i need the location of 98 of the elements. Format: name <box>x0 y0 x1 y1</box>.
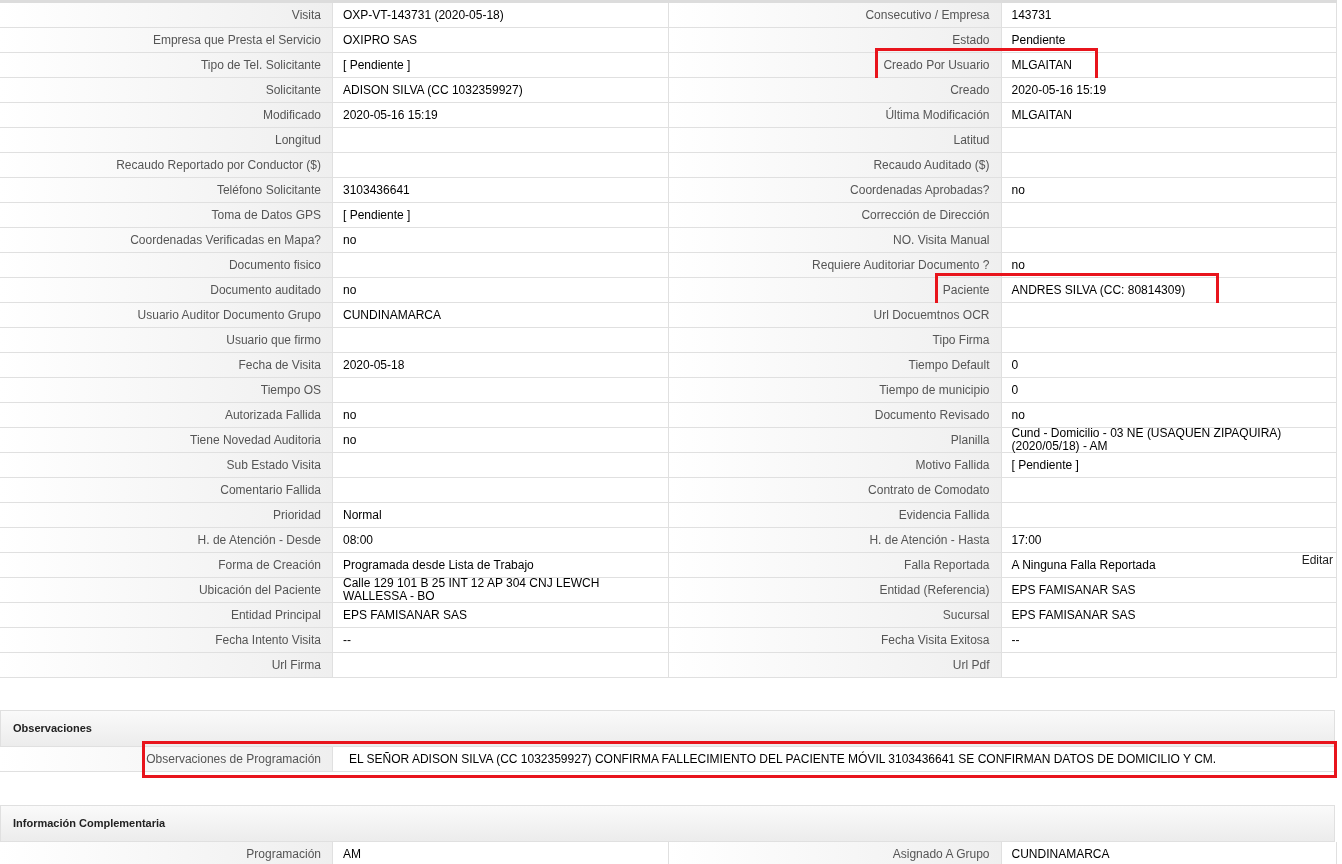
label-cell: Ubicación del Paciente <box>0 578 333 603</box>
label-cell: Toma de Datos GPS <box>0 203 333 228</box>
label-cell: Motivo Fallida <box>668 453 1002 478</box>
field-value: EPS FAMISANAR SAS <box>343 608 468 622</box>
field-value: no <box>343 433 357 447</box>
field-value: OXP-VT-143731 (2020-05-18) <box>343 8 504 22</box>
field-value: AM <box>343 847 361 861</box>
label-cell: Autorizada Fallida <box>0 403 333 428</box>
label-cell: Url Pdf <box>668 653 1002 678</box>
label-cell: Usuario que firmo <box>0 328 333 353</box>
field-value: Pendiente <box>1011 33 1066 47</box>
field-value: Normal <box>343 508 382 522</box>
label-cell: Url Docuemtnos OCR <box>668 303 1002 328</box>
label-cell: Comentario Fallida <box>0 478 333 503</box>
field-value: 3103436641 <box>343 183 410 197</box>
field-value: OXIPRO SAS <box>343 33 418 47</box>
section-header: Información Complementaria <box>0 805 1335 842</box>
field-value: 2020-05-16 15:19 <box>1011 83 1107 97</box>
field-value: 2020-05-18 <box>343 358 405 372</box>
field-value: -- <box>343 633 351 647</box>
label-cell: Planilla <box>668 428 1002 453</box>
label-cell: Usuario Auditor Documento Grupo <box>0 303 333 328</box>
label-cell: Coordenadas Aprobadas? <box>668 178 1002 203</box>
field-value: [ Pendiente ] <box>343 208 411 222</box>
label-cell: NO. Visita Manual <box>668 228 1002 253</box>
field-value: 143731 <box>1011 8 1052 22</box>
field-value: 08:00 <box>343 533 374 547</box>
label-cell: Latitud <box>668 128 1002 153</box>
label-cell: Tiene Novedad Auditoria <box>0 428 333 453</box>
field-value: [ Pendiente ] <box>343 58 411 72</box>
label-cell: H. de Atención - Desde <box>0 528 333 553</box>
label-cell: Documento fisico <box>0 253 333 278</box>
label-cell: Sub Estado Visita <box>0 453 333 478</box>
field-value: Calle 129 101 B 25 INT 12 AP 304 CNJ LEWCH WALLESSA - BO <box>343 577 601 603</box>
field-value: EPS FAMISANAR SAS <box>1011 583 1136 597</box>
label-cell: Corrección de Dirección <box>668 203 1002 228</box>
label-cell: Entidad Principal <box>0 603 333 628</box>
field-value: 2020-05-16 15:19 <box>343 108 438 122</box>
label-cell: Tiempo Default <box>668 353 1002 378</box>
label-cell: Solicitante <box>0 78 333 103</box>
label-cell: Última Modificación <box>668 103 1002 128</box>
field-value: CUNDINAMARCA <box>343 308 441 322</box>
field-value: 17:00 <box>1011 533 1042 547</box>
label-cell: Contrato de Comodato <box>668 478 1002 503</box>
field-value: no <box>1011 408 1025 422</box>
label-cell: Tiempo OS <box>0 378 333 403</box>
label-cell: Recaudo Auditado ($) <box>668 153 1002 178</box>
label-cell: Estado <box>668 28 1002 53</box>
label-cell: Creado Por Usuario <box>668 53 1002 78</box>
label-cell: Consecutivo / Empresa <box>668 3 1002 28</box>
field-value: EPS FAMISANAR SAS <box>1011 608 1136 622</box>
label-cell: Coordenadas Verificadas en Mapa? <box>0 228 333 253</box>
label-cell: Creado <box>668 78 1002 103</box>
field-value: A Ninguna Falla Reportada <box>1011 558 1156 572</box>
field-value: no <box>1011 258 1025 272</box>
label-cell: Modificado <box>0 103 333 128</box>
field-value: MLGAITAN <box>1011 58 1072 72</box>
label-cell: Fecha de Visita <box>0 353 333 378</box>
label-cell: H. de Atención - Hasta <box>668 528 1002 553</box>
field-value: CUNDINAMARCA <box>1011 847 1110 861</box>
label-cell: Longitud <box>0 128 333 153</box>
label-cell: Tipo de Tel. Solicitante <box>0 53 333 78</box>
label-cell: Sucursal <box>668 603 1002 628</box>
label-cell: Falla Reportada <box>668 553 1002 578</box>
label-cell: Url Firma <box>0 653 333 678</box>
label-cell: Paciente <box>668 278 1002 303</box>
section-header: Observaciones <box>0 710 1335 747</box>
field-value: MLGAITAN <box>1011 108 1072 122</box>
field-value: ANDRES SILVA (CC: 80814309) <box>1011 283 1186 297</box>
label-cell: Fecha Visita Exitosa <box>668 628 1002 653</box>
label-cell: Prioridad <box>0 503 333 528</box>
label-cell: Documento auditado <box>0 278 333 303</box>
label-cell: Requiere Auditoriar Documento ? <box>668 253 1002 278</box>
label-cell: Teléfono Solicitante <box>0 178 333 203</box>
field-value: no <box>1011 183 1025 197</box>
label-cell: Forma de Creación <box>0 553 333 578</box>
label-cell: Empresa que Presta el Servicio <box>0 28 333 53</box>
field-value: ADISON SILVA (CC 1032359927) <box>343 83 523 97</box>
field-value: [ Pendiente ] <box>1011 458 1079 472</box>
field-value: -- <box>1011 633 1020 647</box>
field-value: 0 <box>1011 383 1019 397</box>
label-cell: Tiempo de municipio <box>668 378 1002 403</box>
label-cell: Observaciones de Programación <box>0 747 333 772</box>
label-cell: Recaudo Reportado por Conductor ($) <box>0 153 333 178</box>
field-value: no <box>343 408 357 422</box>
field-value: no <box>343 233 357 247</box>
field-value: EL SEÑOR ADISON SILVA (CC 1032359927) CONFIRMA FALLECIMIENTO DEL PACIENTE MÓVIL 3103436641 SE CONFIRMAN DATOS DE DOMICILIO Y CM. <box>348 752 1217 766</box>
label-cell: Evidencia Fallida <box>668 503 1002 528</box>
field-value: no <box>343 283 357 297</box>
edit-link[interactable]: Editar <box>1301 551 1333 569</box>
label-cell: Entidad (Referencia) <box>668 578 1002 603</box>
label-cell: Documento Revisado <box>668 403 1002 428</box>
field-value: Programada desde Lista de Trabajo <box>343 558 534 572</box>
label-cell: Tipo Firma <box>668 328 1002 353</box>
label-cell: Visita <box>0 3 333 28</box>
field-value: 0 <box>1011 358 1019 372</box>
label-cell: Fecha Intento Visita <box>0 628 333 653</box>
field-value: Cund - Domicilio - 03 NE (USAQUEN ZIPAQUIRA) (2020/05/18) - AM <box>1011 427 1283 453</box>
